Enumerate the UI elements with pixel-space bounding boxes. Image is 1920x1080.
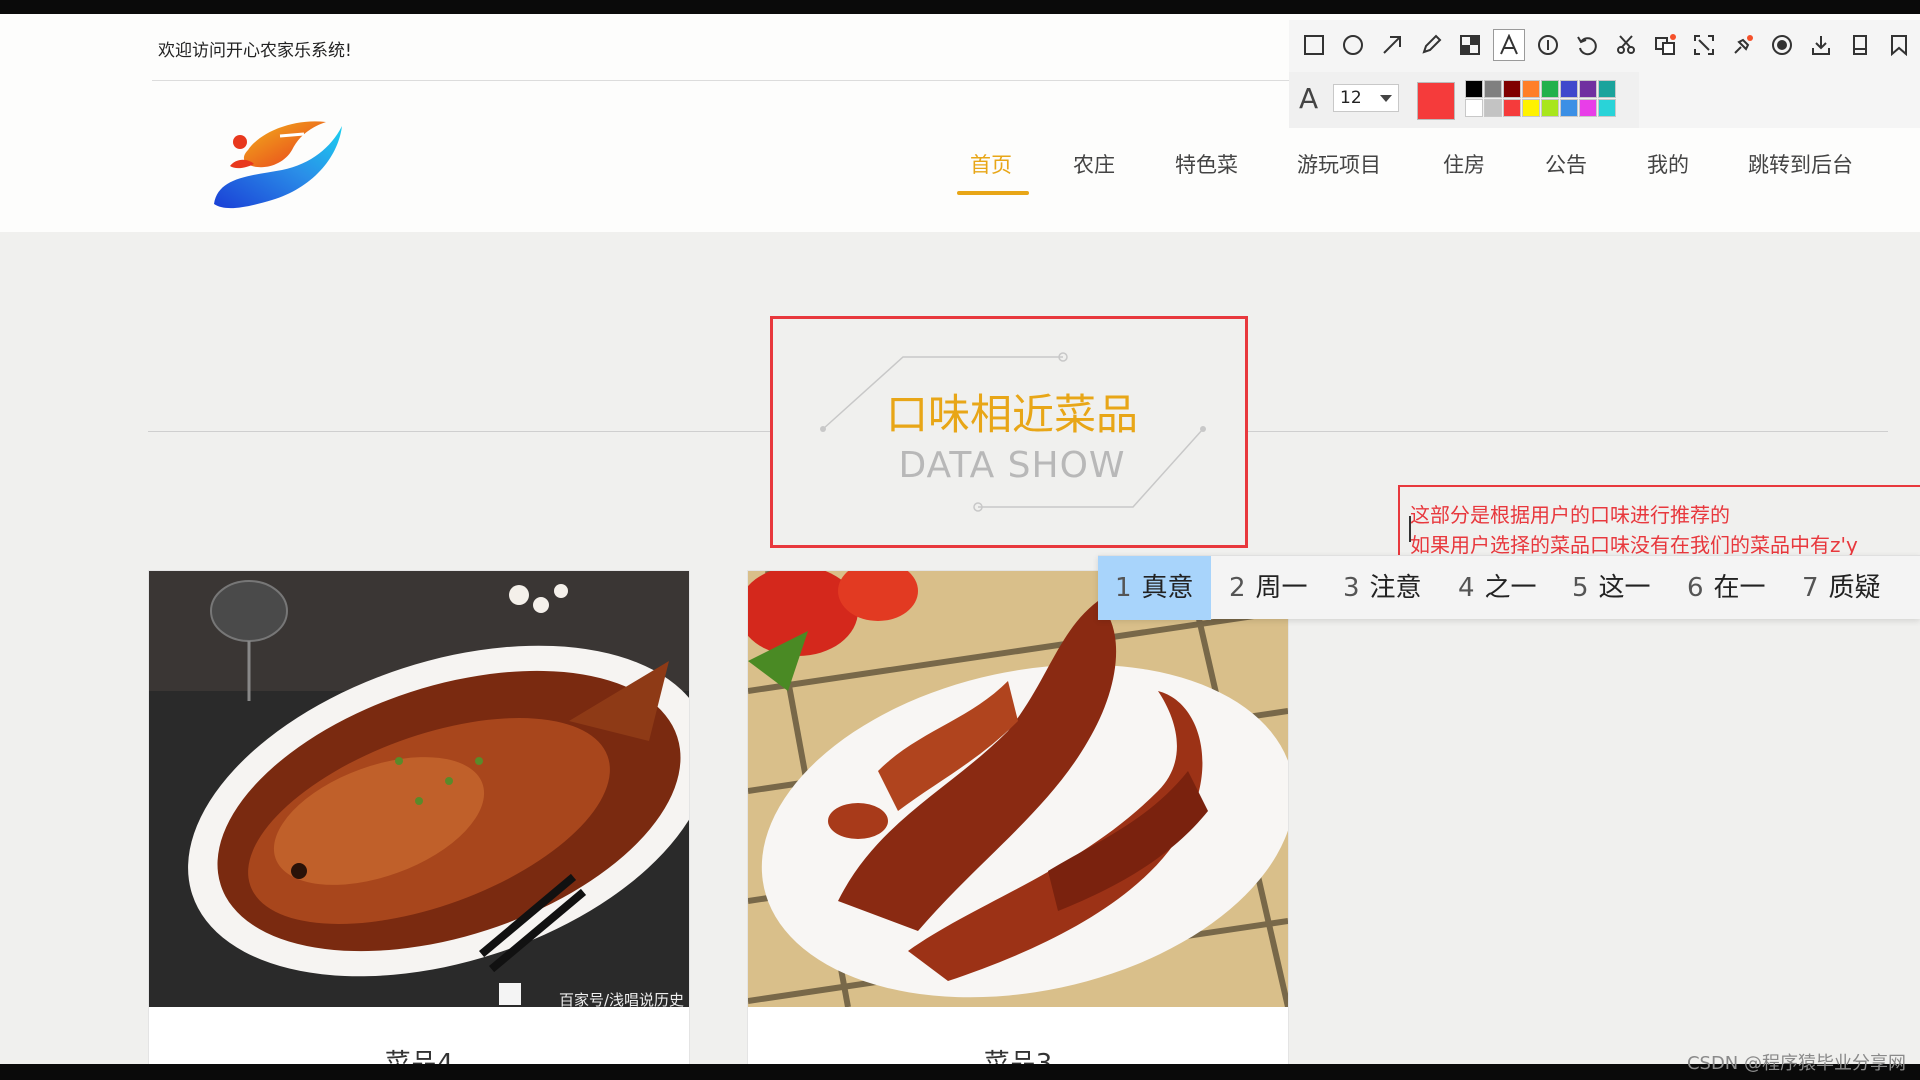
ime-candidate-bar: 1 真意 2 周一 3 注意 4 之一 5 这一 6 在一 7 质疑 <box>1098 555 1920 620</box>
color-swatch[interactable] <box>1522 80 1540 98</box>
text-style-panel: A 12 <box>1289 72 1639 128</box>
color-swatch[interactable] <box>1503 80 1521 98</box>
pin-icon[interactable] <box>1727 29 1759 61</box>
section-title: 口味相近菜品 <box>885 390 1138 439</box>
nav-active-indicator <box>957 191 1029 195</box>
color-swatch[interactable] <box>1465 99 1483 117</box>
color-swatch[interactable] <box>1560 99 1578 117</box>
cut-icon[interactable] <box>1610 29 1642 61</box>
section-divider-left <box>148 431 770 432</box>
screen-bottom-bar <box>0 1064 1920 1080</box>
ime-candidate[interactable]: 1 真意 <box>1098 556 1211 620</box>
dish-card[interactable]: 菜品3 <box>747 570 1289 1064</box>
font-size-select[interactable]: 12 <box>1333 84 1399 112</box>
long-screenshot-icon[interactable] <box>1844 29 1876 61</box>
text-icon[interactable] <box>1493 29 1525 61</box>
dish-name[interactable]: 菜品3 <box>748 1043 1288 1064</box>
download-icon[interactable] <box>1805 29 1837 61</box>
color-swatch[interactable] <box>1484 80 1502 98</box>
color-swatch[interactable] <box>1541 99 1559 117</box>
website-page: 欢迎访问开心农家乐系统! 首页 农庄 特色菜 游玩项目 住房 公告 我的 跳转到… <box>0 14 1920 1064</box>
color-swatch[interactable] <box>1503 99 1521 117</box>
dish-image[interactable]: 百家号/浅唱说历史 <box>149 571 689 1007</box>
ime-candidate[interactable]: 6 在一 <box>1670 556 1783 620</box>
color-swatch[interactable] <box>1560 80 1578 98</box>
dish-name[interactable]: 菜品4 <box>149 1043 689 1064</box>
color-swatch[interactable] <box>1579 80 1597 98</box>
ime-candidate[interactable]: 7 质疑 <box>1785 556 1898 620</box>
bookmark-icon[interactable] <box>1883 29 1915 61</box>
ime-candidate[interactable]: 2 周一 <box>1212 556 1325 620</box>
color-swatch[interactable] <box>1484 99 1502 117</box>
rectangle-icon[interactable] <box>1298 29 1330 61</box>
color-swatch[interactable] <box>1579 99 1597 117</box>
section-subtitle: DATA SHOW <box>898 445 1126 486</box>
nav-lodging[interactable]: 住房 <box>1443 149 1485 179</box>
ime-candidate[interactable]: 4 之一 <box>1441 556 1554 620</box>
image-watermark: 百家号/浅唱说历史 <box>559 991 685 1007</box>
text-cursor-icon <box>1409 516 1411 542</box>
annotation-line-2: 如果用户选择的菜品口味没有在我们的菜品中有z'y <box>1410 533 1858 557</box>
section-title-highlight: 口味相近菜品 DATA SHOW <box>770 316 1248 548</box>
mosaic-icon[interactable] <box>1454 29 1486 61</box>
annotation-line-1: 这部分是根据用户的口味进行推荐的 <box>1410 503 1730 527</box>
braised-fish-image <box>149 571 689 1007</box>
record-icon[interactable] <box>1766 29 1798 61</box>
color-swatch[interactable] <box>1598 99 1616 117</box>
dish-image[interactable] <box>748 571 1288 1007</box>
font-icon: A <box>1299 82 1319 115</box>
welcome-text: 欢迎访问开心农家乐系统! <box>158 41 352 61</box>
section-divider-right <box>1248 431 1888 432</box>
ocr-icon[interactable] <box>1688 29 1720 61</box>
color-swatch[interactable] <box>1465 80 1483 98</box>
braised-duck-neck-image <box>748 571 1288 1007</box>
annotation-text-box[interactable]: 这部分是根据用户的口味进行推荐的 如果用户选择的菜品口味没有在我们的菜品中有z'… <box>1398 485 1920 565</box>
color-swatch[interactable] <box>1598 80 1616 98</box>
nav-farm[interactable]: 农庄 <box>1073 149 1115 179</box>
number-marker-icon[interactable] <box>1532 29 1564 61</box>
csdn-watermark: CSDN @程序猿毕业分享网 <box>1686 1053 1906 1074</box>
dish-card[interactable]: 百家号/浅唱说历史 菜品4 <box>148 570 690 1064</box>
ime-candidate[interactable]: 5 这一 <box>1555 556 1668 620</box>
toolbar-tools-row <box>1289 20 1920 70</box>
circle-icon[interactable] <box>1337 29 1369 61</box>
nav-admin[interactable]: 跳转到后台 <box>1748 149 1853 179</box>
color-swatch[interactable] <box>1522 99 1540 117</box>
screenshot-toolbar: A 12 <box>1289 20 1920 128</box>
arrow-icon[interactable] <box>1376 29 1408 61</box>
translate-icon[interactable] <box>1649 29 1681 61</box>
site-logo[interactable] <box>208 106 348 226</box>
nav-activities[interactable]: 游玩项目 <box>1297 149 1381 179</box>
undo-icon[interactable] <box>1571 29 1603 61</box>
screen-top-bar <box>0 0 1920 14</box>
ime-candidate[interactable]: 3 注意 <box>1326 556 1439 620</box>
chevron-down-icon <box>1380 95 1392 102</box>
nav-announcements[interactable]: 公告 <box>1545 149 1587 179</box>
color-swatch[interactable] <box>1541 80 1559 98</box>
pencil-icon[interactable] <box>1415 29 1447 61</box>
nav-mine[interactable]: 我的 <box>1647 149 1689 179</box>
nav-home[interactable]: 首页 <box>970 149 1012 179</box>
nav-specialty-dishes[interactable]: 特色菜 <box>1175 149 1238 179</box>
current-color-swatch[interactable] <box>1417 82 1455 120</box>
